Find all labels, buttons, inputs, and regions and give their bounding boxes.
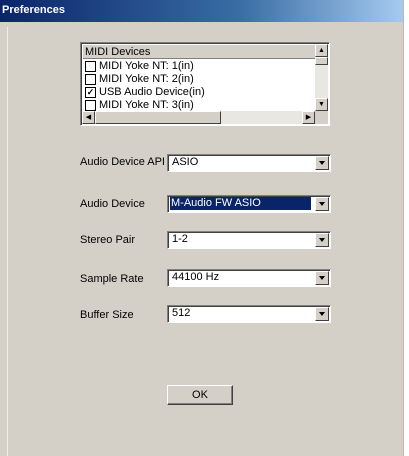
horizontal-scrollbar[interactable]: ◀ ▶ (82, 111, 315, 124)
vertical-scroll-thumb[interactable] (315, 57, 328, 65)
chevron-down-icon[interactable] (315, 233, 329, 247)
scrollbar-corner (315, 111, 328, 124)
midi-device-label: MIDI Yoke NT: 2(in) (99, 73, 194, 85)
audio-device-value: M-Audio FW ASIO (170, 197, 311, 210)
sample-rate-value: 44100 Hz (172, 271, 220, 283)
sample-rate-label: Sample Rate (80, 273, 144, 285)
title-bar[interactable]: Preferences (0, 0, 403, 22)
audio-device-label: Audio Device (80, 198, 145, 210)
midi-devices-items: MIDI Yoke NT: 1(in) MIDI Yoke NT: 2(in) … (83, 60, 315, 111)
frame-edge (7, 27, 8, 456)
checkbox-checked[interactable]: ✓ (85, 87, 96, 98)
midi-device-item[interactable]: MIDI Yoke NT: 1(in) (83, 60, 315, 73)
stereo-pair-value: 1-2 (172, 233, 188, 245)
audio-device-api-value: ASIO (172, 156, 199, 168)
midi-device-label: MIDI Yoke NT: 1(in) (99, 60, 194, 72)
chevron-down-icon[interactable] (315, 197, 329, 211)
midi-device-label: MIDI Yoke NT: 3(in) (99, 99, 194, 111)
buffer-size-select[interactable]: 512 (167, 305, 331, 323)
midi-device-item[interactable]: ✓ USB Audio Device(in) (83, 86, 315, 99)
buffer-size-value: 512 (172, 307, 191, 319)
checkbox-unchecked[interactable] (85, 100, 96, 111)
preferences-window: Preferences MIDI Devices MIDI Yoke NT: 1… (0, 0, 404, 456)
midi-device-label: USB Audio Device(in) (99, 86, 205, 98)
stereo-pair-select[interactable]: 1-2 (167, 231, 331, 249)
chevron-down-icon[interactable] (315, 307, 329, 321)
audio-device-api-label: Audio Device API (80, 156, 165, 168)
midi-device-item[interactable]: MIDI Yoke NT: 3(in) (83, 99, 315, 111)
window-title: Preferences (2, 4, 65, 16)
checkbox-unchecked[interactable] (85, 74, 96, 85)
audio-device-api-select[interactable]: ASIO (167, 154, 331, 172)
ok-button[interactable]: OK (167, 385, 233, 405)
scroll-right-icon[interactable]: ▶ (302, 111, 315, 124)
scroll-down-icon[interactable]: ▼ (315, 98, 328, 111)
stereo-pair-label: Stereo Pair (80, 234, 136, 246)
audio-device-select[interactable]: M-Audio FW ASIO (167, 195, 331, 213)
chevron-down-icon[interactable] (315, 156, 329, 170)
midi-devices-list[interactable]: MIDI Devices MIDI Yoke NT: 1(in) MIDI Yo… (80, 42, 330, 126)
midi-devices-header: MIDI Devices (83, 45, 315, 59)
vertical-scrollbar[interactable]: ▲ ▼ (315, 44, 328, 111)
horizontal-scroll-thumb[interactable] (95, 111, 221, 124)
scroll-left-icon[interactable]: ◀ (82, 111, 95, 124)
chevron-down-icon[interactable] (315, 271, 329, 285)
checkbox-unchecked[interactable] (85, 61, 96, 72)
buffer-size-label: Buffer Size (80, 309, 134, 321)
scroll-up-icon[interactable]: ▲ (315, 44, 328, 57)
midi-device-item[interactable]: MIDI Yoke NT: 2(in) (83, 73, 315, 86)
sample-rate-select[interactable]: 44100 Hz (167, 269, 331, 287)
